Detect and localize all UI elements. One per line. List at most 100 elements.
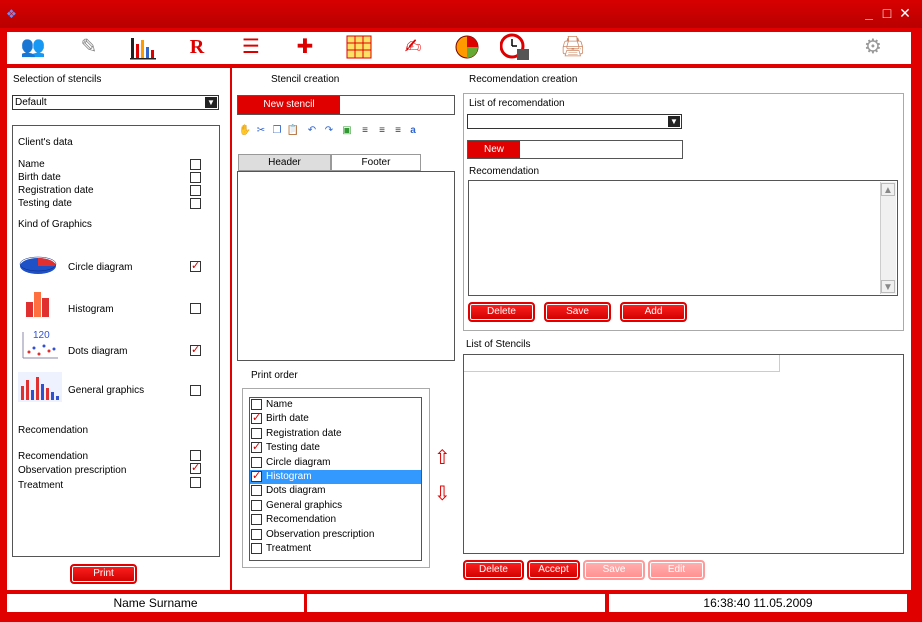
stencil-select-value: Default — [15, 97, 47, 108]
minimize-button[interactable]: _ — [862, 6, 876, 20]
selection-of-stencils-title: Selection of stencils — [13, 74, 102, 85]
pen-icon[interactable]: ✎ — [74, 32, 104, 62]
print-order-checkbox[interactable] — [251, 411, 262, 425]
recomendation-option-checkbox[interactable] — [190, 461, 201, 474]
client-data-label: Name — [18, 159, 45, 170]
client-data-checkbox[interactable] — [190, 198, 201, 209]
printer-icon[interactable]: 🖨 — [558, 32, 588, 62]
recomendation-select[interactable]: ▼ — [467, 114, 682, 129]
delete-recomendation-button[interactable]: Delete — [468, 302, 535, 322]
stencil-editor[interactable] — [237, 171, 455, 361]
list-item[interactable]: Circle diagram — [250, 456, 421, 470]
print-order-label: Histogram — [266, 470, 312, 482]
graphics-checkbox[interactable] — [190, 303, 201, 314]
print-order-checkbox[interactable] — [251, 427, 262, 439]
title-bar[interactable] — [0, 0, 922, 28]
print-order-label: Birth date — [266, 413, 309, 425]
list-item[interactable]: General graphics — [250, 499, 421, 513]
print-order-checkbox[interactable] — [251, 485, 262, 497]
print-order-label: Name — [266, 399, 293, 410]
list-item[interactable]: Name — [250, 398, 421, 412]
list-of-recomendation-label: List of recomendation — [469, 98, 565, 109]
recomendation-section-title: Recomendation — [18, 425, 89, 436]
list-item[interactable]: Testing date — [250, 440, 421, 455]
puzzle-hz-icon[interactable]: ✚ — [290, 32, 320, 62]
recomendation-textarea[interactable] — [468, 180, 898, 296]
status-datetime: 16:38:40 11.05.2009 — [609, 594, 907, 612]
copy-icon[interactable]: ❐ — [270, 124, 284, 138]
notes-icon[interactable]: ✍ — [398, 32, 428, 62]
tab-header[interactable]: Header — [238, 154, 331, 171]
scroll-down-icon[interactable]: ▼ — [881, 280, 895, 293]
align-right-icon[interactable]: ≡ — [391, 124, 405, 138]
print-order-checkbox[interactable] — [251, 440, 262, 454]
move-down-arrow-icon[interactable]: ⇩ — [434, 483, 451, 505]
client-data-checkbox[interactable] — [190, 159, 201, 170]
new-recomendation-button[interactable]: New — [468, 141, 520, 158]
stencil-select[interactable]: Default ▼ — [12, 95, 219, 110]
list-item[interactable]: Observation prescription — [250, 528, 421, 542]
chevron-down-icon[interactable]: ▼ — [668, 116, 680, 127]
bar-chart-icon[interactable] — [128, 32, 158, 62]
print-order-checkbox[interactable] — [251, 456, 262, 468]
clients-icon[interactable]: 👥 — [18, 32, 48, 62]
paste-icon[interactable]: 📋 — [286, 124, 300, 138]
list-item[interactable]: Registration date — [250, 427, 421, 441]
client-data-label: Birth date — [18, 172, 61, 183]
gear-icon[interactable]: ⚙ — [858, 32, 888, 62]
print-order-label: Dots diagram — [266, 485, 326, 497]
chevron-down-icon[interactable]: ▼ — [205, 97, 217, 108]
calendar-clock-icon[interactable] — [500, 32, 530, 62]
undo-icon[interactable]: ↶ — [305, 124, 319, 138]
print-order-label: Treatment — [266, 542, 312, 554]
grid-table-icon[interactable] — [344, 32, 374, 62]
print-order-checkbox[interactable] — [251, 514, 262, 526]
rx-icon[interactable]: R — [182, 32, 212, 62]
list-item[interactable]: Recomendation — [250, 513, 421, 527]
print-order-checkbox[interactable] — [251, 528, 262, 540]
hand-icon[interactable]: ✋ — [238, 124, 252, 138]
font-icon[interactable]: a — [406, 124, 420, 138]
print-order-checkbox[interactable] — [251, 399, 262, 410]
stencils-list[interactable] — [463, 354, 904, 554]
align-center-icon[interactable]: ≡ — [375, 124, 389, 138]
graphics-checkbox[interactable] — [190, 385, 201, 396]
client-data-checkbox[interactable] — [190, 172, 201, 183]
client-data-checkbox[interactable] — [190, 185, 201, 196]
graphics-checkbox[interactable] — [190, 343, 201, 356]
recomendation-option-label: Treatment — [18, 480, 64, 491]
list-item[interactable]: Dots diagram — [250, 484, 421, 498]
graphics-label: Circle diagram — [68, 262, 133, 273]
move-up-arrow-icon[interactable]: ⇧ — [434, 447, 451, 469]
print-order-label: Recomendation — [266, 514, 337, 526]
print-button[interactable]: Print — [70, 564, 137, 584]
print-order-checkbox[interactable] — [251, 469, 262, 483]
delete-stencil-button[interactable]: Delete — [463, 560, 524, 580]
redo-icon[interactable]: ↷ — [322, 124, 336, 138]
save-recomendation-button[interactable]: Save — [544, 302, 611, 322]
new-stencil-button[interactable]: New stencil — [238, 96, 340, 114]
cut-icon[interactable]: ✂ — [254, 124, 268, 138]
graphics-label: Dots diagram — [68, 346, 128, 357]
recomendation-scrollbar[interactable] — [880, 182, 896, 294]
image-icon[interactable]: ▣ — [340, 124, 354, 138]
scroll-up-icon[interactable]: ▲ — [881, 183, 895, 196]
checklist-icon[interactable]: ☰ — [236, 32, 266, 62]
recomendation-option-checkbox[interactable] — [190, 477, 201, 488]
align-left-icon[interactable]: ≡ — [358, 124, 372, 138]
list-item[interactable]: Birth date — [250, 411, 421, 426]
status-user: Name Surname — [7, 594, 304, 612]
print-order-checkbox[interactable] — [251, 542, 262, 554]
add-recomendation-button[interactable]: Add — [620, 302, 687, 322]
close-button[interactable]: ✕ — [898, 6, 912, 20]
tab-footer[interactable]: Footer — [331, 154, 421, 171]
list-item[interactable]: Treatment — [250, 542, 421, 556]
accept-stencil-button[interactable]: Accept — [527, 560, 580, 580]
maximize-button[interactable]: □ — [880, 6, 894, 20]
graphics-checkbox[interactable] — [190, 259, 201, 272]
recomendation-option-checkbox[interactable] — [190, 450, 201, 461]
client-data-label: Testing date — [18, 198, 72, 209]
list-item-selected[interactable]: Histogram — [250, 469, 421, 485]
print-order-checkbox[interactable] — [251, 499, 262, 511]
pie-chart-icon[interactable] — [452, 32, 482, 62]
